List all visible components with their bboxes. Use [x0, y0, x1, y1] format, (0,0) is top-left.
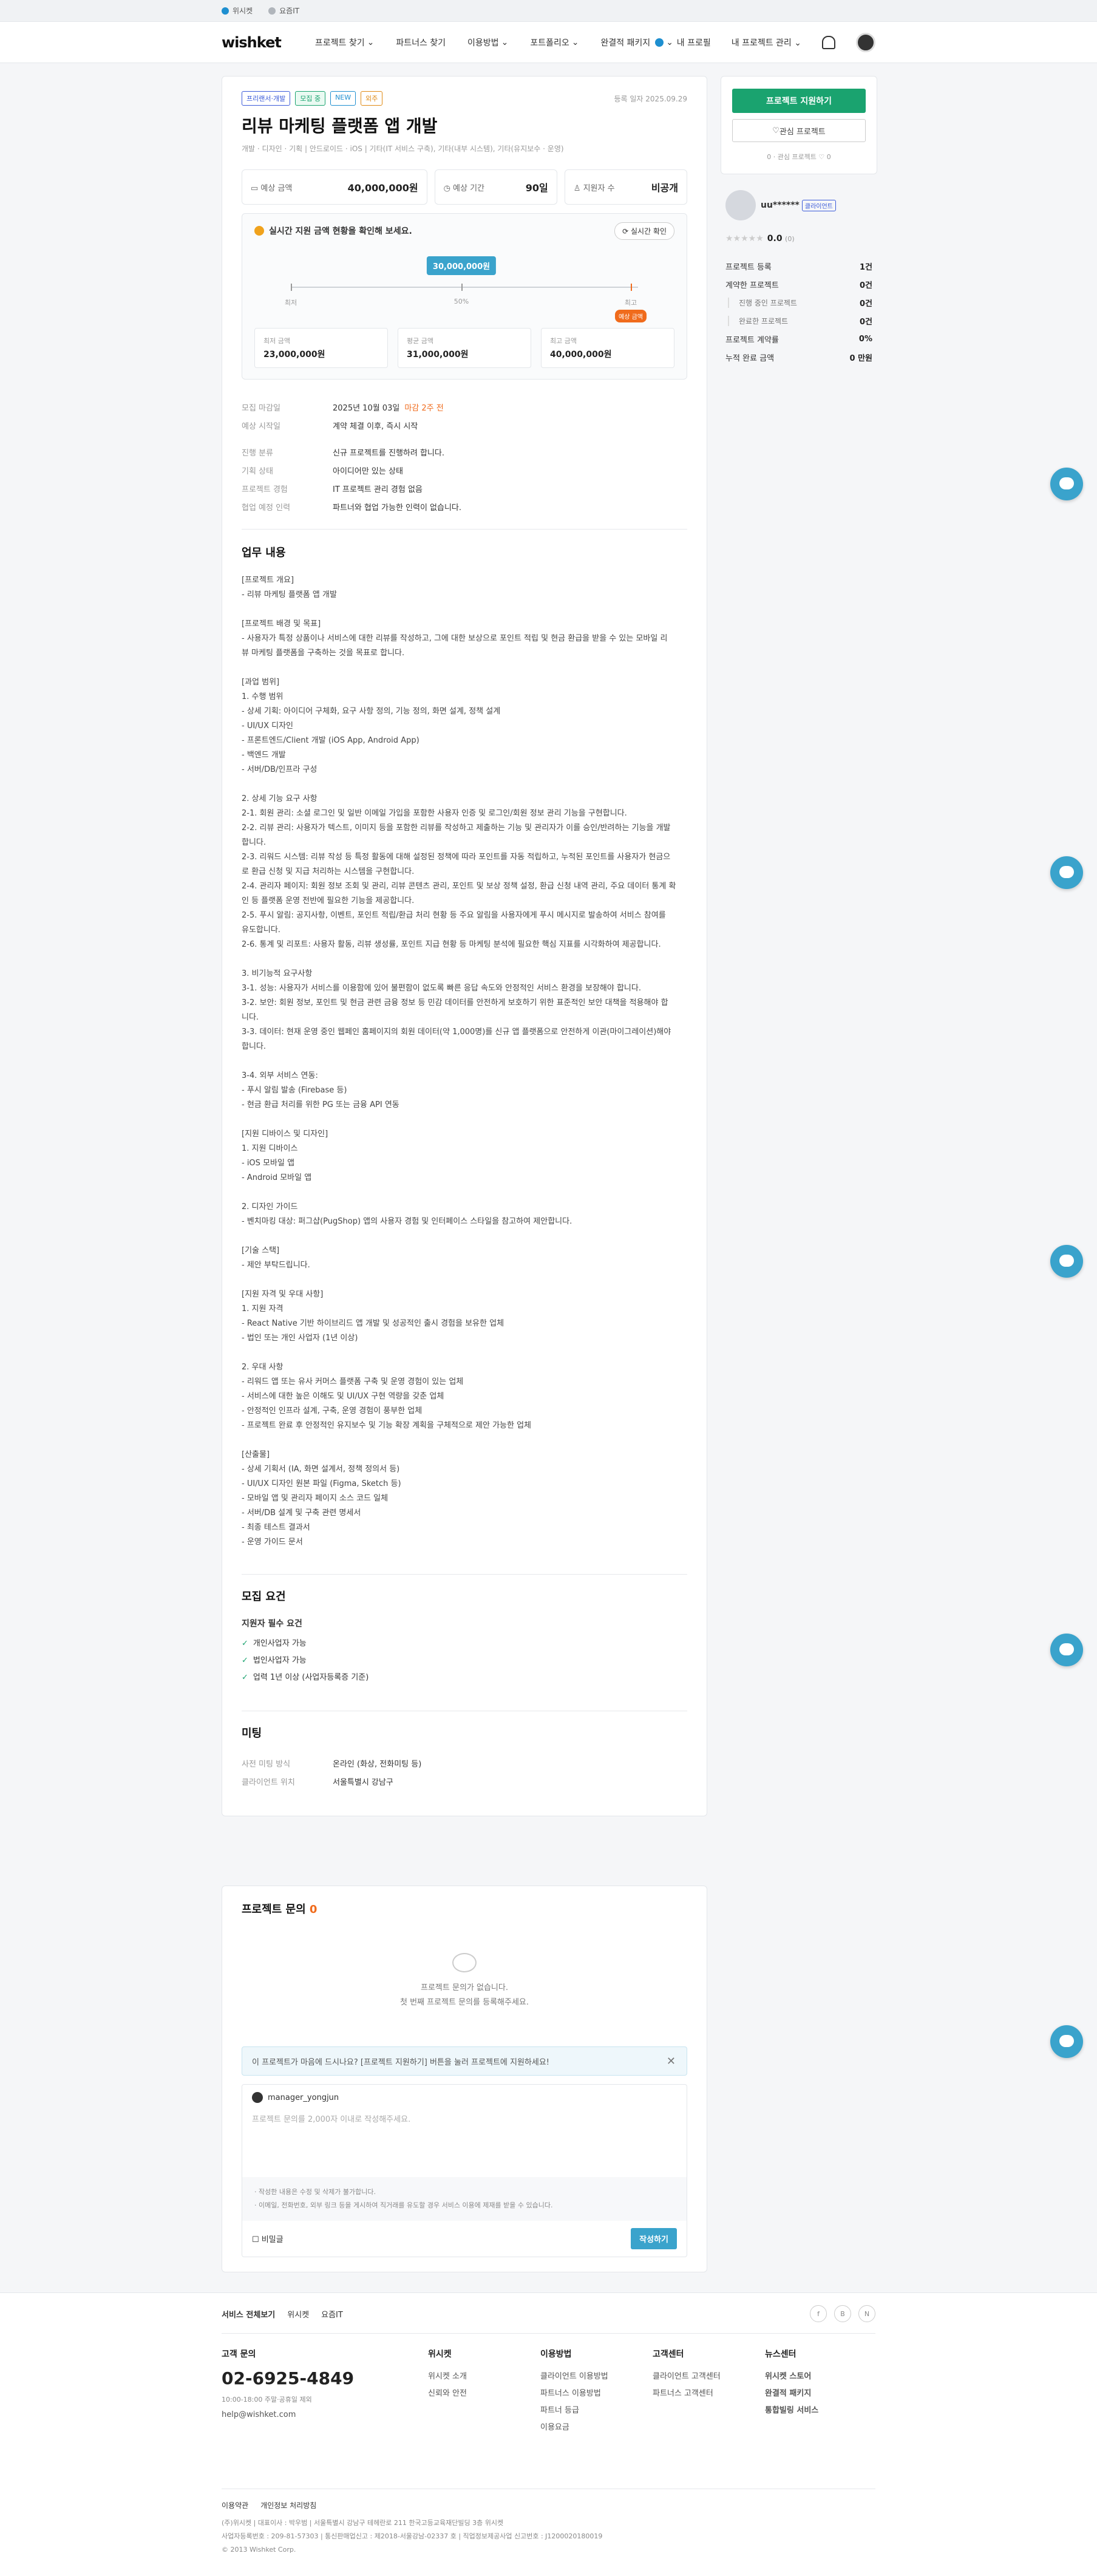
nav-howto[interactable]: 이용방법 ⌄ [467, 36, 508, 49]
realtime-heading: 실시간 지원 금액 현황을 확인해 보세요. [269, 227, 412, 236]
badge-status: 모집 중 [295, 91, 326, 106]
reg-date: 등록 일자 2025.09.29 [614, 95, 688, 103]
apply-button[interactable]: 프로젝트 지원하기 [732, 89, 866, 113]
sidebar: 프로젝트 지원하기 ♡ 관심 프로젝트 0 · 관심 프로젝트 ♡ 0 uu**… [721, 76, 877, 366]
price-avg: 평균 금액 31,000,000원 [398, 328, 531, 368]
topstrip-yozmit[interactable]: 요즘IT [268, 5, 299, 16]
yozmit-icon [268, 7, 276, 15]
nav-portfolio[interactable]: 포트폴리오 ⌄ [530, 36, 579, 49]
chat-icon [452, 1953, 477, 1972]
favorite-button[interactable]: ♡ 관심 프로젝트 [732, 119, 866, 142]
footer-wishket[interactable]: 위시켓 [287, 2308, 309, 2320]
nav-project-find[interactable]: 프로젝트 찾기 ⌄ [315, 36, 374, 49]
footer: 서비스 전체보기 위시켓 요즘IT fBN 고객 문의 02-6925-4849… [0, 2292, 1097, 2576]
check-icon: ✓ [242, 1673, 248, 1682]
chat-fab-icon[interactable] [1050, 1245, 1083, 1278]
qna-empty: 프로젝트 문의가 없습니다. 첫 번째 프로젝트 문의를 등록해주세요. [242, 1953, 687, 2010]
project-qna: 프로젝트 문의 0 프로젝트 문의가 없습니다. 첫 번째 프로젝트 문의를 등… [222, 1886, 707, 2272]
blog-icon[interactable]: B [834, 2305, 851, 2322]
facebook-icon[interactable]: f [810, 2305, 827, 2322]
project-stats: ▭ 예상 금액 40,000,000원 ◷ 예상 기간 90일 ♙ 지원자 수 비공개 [242, 169, 687, 205]
wishket-icon [222, 7, 229, 15]
rating-stars: ★★★★★ 0.0 (0) [725, 234, 795, 244]
work-body: [프로젝트 개요] - 리뷰 마케팅 플랫폼 앱 개발 [프로젝트 배경 및 목… [242, 576, 676, 1547]
client-stats: 프로젝트 등록 1건 계약한 프로젝트 0건 진행 중인 프로젝트 0건 완료한 프로… [725, 262, 872, 363]
qna-notice: 이 프로젝트가 마음에 드시나요? [프로젝트 지원하기] 버튼을 눌러 프로젝… [242, 2046, 687, 2076]
nav-my-projects[interactable]: 내 프로젝트 관리 ⌄ [732, 36, 801, 49]
work-title: 업무 내용 [242, 547, 286, 559]
new-dot-icon [655, 38, 664, 47]
price-min: 최저 금액 23,000,000원 [254, 328, 388, 368]
avg-price-bubble: 30,000,000원 [426, 256, 497, 275]
chat-fab-icon[interactable] [1050, 856, 1083, 889]
price-summary: 최저 금액 23,000,000원 평균 금액 31,000,000원 최고 금액 4… [254, 328, 674, 368]
realtime-price-box: 실시간 지원 금액 현황을 확인해 보세요. ⟳ 실시간 확인 30,000,0… [242, 213, 687, 380]
favorite-counts: 0 · 관심 프로젝트 ♡ 0 [767, 153, 831, 161]
project-title: 리뷰 마케팅 플랫폼 앱 개발 [242, 116, 438, 136]
bell-icon[interactable] [822, 35, 835, 49]
stat-period: ◷ 예상 기간 90일 [434, 169, 557, 205]
badge-outsource: 외주 [361, 91, 383, 106]
project-categories: 개발 · 디자인 · 기획 | 안드로이드 · iOS | 기타(IT 서비스 … [242, 145, 564, 153]
nav-my-profile[interactable]: 내 프로필 [677, 36, 711, 49]
logo[interactable]: wishket [222, 34, 282, 51]
user-avatar [252, 2092, 263, 2103]
badge-new: NEW [330, 91, 356, 106]
avatar[interactable] [856, 32, 875, 52]
nav-package[interactable]: 완결적 패키지 ⌄ [600, 36, 673, 49]
footer-yozmit[interactable]: 요즘IT [321, 2308, 343, 2320]
price-scale: 30,000,000원 최저 50% 최고 예상 금액 [254, 237, 674, 322]
meeting: 미팅 사전 미팅 방식 온라인 (화상, 전화미팅 등) 클라이언트 위치 서울특별… [242, 1727, 422, 1787]
chat-fab-icon[interactable] [1050, 2025, 1083, 2058]
expected-price-tag: 예상 금액 [615, 310, 647, 322]
stat-budget: ▭ 예상 금액 40,000,000원 [242, 169, 427, 205]
badge-category: 프리랜서·개발 [242, 91, 291, 106]
project-detail: 프리랜서·개발 모집 중 NEW 외주 등록 일자 2025.09.29 리뷰 … [222, 76, 707, 1816]
qna-textarea[interactable]: 프로젝트 문의를 2,000자 이내로 작성해주세요. [242, 2110, 687, 2177]
qna-title: 프로젝트 문의 0 [242, 1903, 318, 1916]
global-nav: wishket 프로젝트 찾기 ⌄ 파트너스 찾기 이용방법 ⌄ 포트폴리오 ⌄… [0, 22, 1097, 63]
top-strip: 위시켓 요즘IT [0, 0, 1097, 22]
project-info: 모집 마감일 2025년 10월 03일 마감 2주 전 예상 시작일 계약 체결 이… [242, 403, 462, 513]
secret-checkbox[interactable]: ☐ 비밀글 [252, 2233, 284, 2244]
warning-icon [254, 226, 264, 236]
qna-editor: manager_yongjun 프로젝트 문의를 2,000자 이내로 작성해주… [242, 2084, 687, 2257]
check-icon: ✓ [242, 1656, 248, 1665]
client-avatar [725, 190, 756, 220]
check-icon: ✓ [242, 1639, 248, 1648]
close-icon[interactable]: ✕ [667, 2055, 676, 2068]
chat-fab-icon[interactable] [1050, 468, 1083, 500]
chat-fab-icon[interactable] [1050, 1634, 1083, 1666]
submit-button[interactable]: 작성하기 [631, 2228, 677, 2249]
topstrip-wishket[interactable]: 위시켓 [222, 5, 253, 16]
requirements: 모집 요건 지원자 필수 요건 ✓ 개인사업자 가능 ✓ 법인사업자 가능 ✓ 업력 … [242, 1588, 687, 1686]
nav-partner-find[interactable]: 파트너스 찾기 [396, 36, 446, 49]
stat-applicants: ♙ 지원자 수 비공개 [564, 169, 687, 205]
price-max: 최고 금액 40,000,000원 [541, 328, 674, 368]
client-card: uu****** 클라이언트 ★★★★★ 0.0 (0) 프로젝트 등록 1건 계약한… [721, 190, 877, 366]
naver-icon[interactable]: N [858, 2305, 875, 2322]
